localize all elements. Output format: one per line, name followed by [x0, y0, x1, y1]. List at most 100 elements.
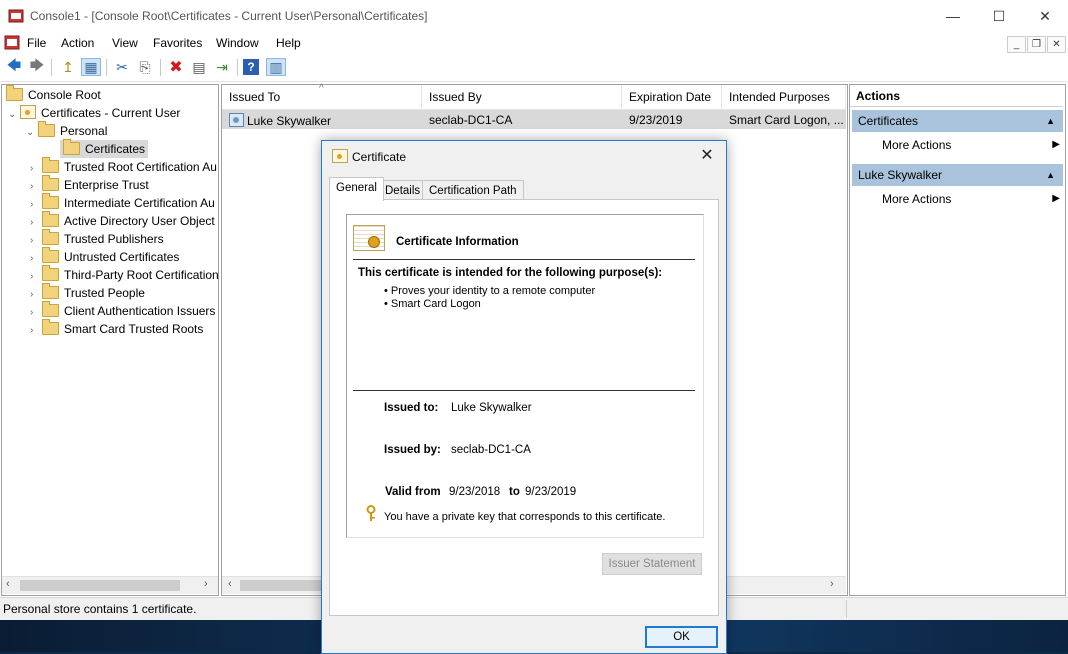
back-arrow-icon[interactable]: 🡄: [4, 57, 24, 76]
more-actions-luke-skywalker[interactable]: More Actions ▶: [882, 189, 1060, 209]
tree-item-trusted-publishers[interactable]: › Trusted Publishers: [30, 229, 164, 248]
valid-to-value: 9/23/2019: [525, 486, 577, 498]
purpose-text: Smart Card Logon: [390, 298, 481, 310]
mdi-minimize-button[interactable]: _: [1007, 36, 1026, 53]
show-action-pane-icon[interactable]: ▥: [266, 58, 286, 76]
actions-section-luke-skywalker[interactable]: Luke Skywalker ▲: [852, 164, 1063, 186]
tree-item-intermediate[interactable]: › Intermediate Certification Au: [30, 193, 215, 212]
menu-file[interactable]: File: [27, 36, 46, 50]
minimize-button[interactable]: —: [930, 0, 976, 32]
tree-item-certificates-selected[interactable]: Certificates: [60, 139, 149, 158]
tab-page-general: Certificate Information This certificate…: [329, 199, 719, 616]
scroll-right-icon[interactable]: ›: [204, 578, 208, 590]
tree-item-label: Untrusted Certificates: [64, 250, 180, 264]
up-one-level-icon[interactable]: ↥: [58, 58, 78, 76]
tree-item-smart-card-roots[interactable]: › Smart Card Trusted Roots: [30, 319, 204, 340]
tree-item-third-party-root[interactable]: › Third-Party Root Certification: [30, 265, 218, 284]
scroll-right-icon[interactable]: ›: [830, 578, 834, 590]
cell-issued-to[interactable]: Luke Skywalker: [229, 113, 331, 128]
tree-item-untrusted[interactable]: › Untrusted Certificates: [30, 247, 180, 266]
folder-icon: [42, 211, 59, 227]
folder-open-icon: [38, 121, 55, 137]
close-button[interactable]: ✕: [1022, 0, 1068, 32]
toolbar-separator: [237, 59, 238, 76]
action-label: More Actions: [882, 192, 952, 206]
tree-item-enterprise-trust[interactable]: › Enterprise Trust: [30, 175, 149, 194]
cell-expiration: 9/23/2019: [629, 113, 683, 127]
valid-from-value: 9/23/2018: [449, 486, 501, 498]
tree-item-label: Certificates: [85, 142, 146, 156]
chevron-down-icon[interactable]: ⌄: [8, 106, 20, 124]
column-header-issued-by[interactable]: Issued By: [422, 85, 622, 110]
actions-pane: Actions Certificates ▲ More Actions ▶ Lu…: [849, 84, 1066, 596]
menu-view[interactable]: View: [112, 36, 138, 50]
tree-item-certificates-current-user[interactable]: ⌄ Certificates - Current User: [8, 104, 180, 122]
column-header-expiration[interactable]: Expiration Date: [622, 85, 722, 110]
issuer-statement-button[interactable]: Issuer Statement: [602, 553, 702, 575]
tree-item-active-directory[interactable]: › Active Directory User Object: [30, 211, 215, 230]
folder-icon: [42, 265, 59, 281]
tree-horizontal-scrollbar[interactable]: ‹ ›: [2, 576, 218, 594]
mdi-close-button[interactable]: ✕: [1047, 36, 1066, 53]
scroll-left-icon[interactable]: ‹: [6, 578, 10, 590]
properties-icon[interactable]: ▤: [189, 58, 209, 76]
status-text: Personal store contains 1 certificate.: [3, 600, 322, 618]
folder-icon: [42, 283, 59, 299]
cut-icon[interactable]: ✂: [112, 58, 132, 76]
scroll-left-icon[interactable]: ‹: [228, 578, 232, 590]
tree-item-client-auth-issuers[interactable]: › Client Authentication Issuers: [30, 301, 215, 320]
dialog-close-button[interactable]: ✕: [696, 145, 718, 167]
mmc-menu-icon[interactable]: [4, 35, 20, 50]
tree-item-label: Trusted Publishers: [64, 232, 164, 246]
chevron-right-icon[interactable]: ›: [30, 322, 42, 340]
folder-icon: [42, 193, 59, 209]
help-icon[interactable]: ?: [243, 59, 259, 75]
certificate-icon: [229, 113, 244, 127]
column-header-purposes[interactable]: Intended Purposes: [722, 85, 846, 110]
toolbar: 🡄 🡆 ↥ ▦ ✂ ⎘ ✖ ▤ ⇥ ? ▥: [0, 54, 1068, 82]
tree-item-trusted-root[interactable]: › Trusted Root Certification Au: [30, 157, 217, 176]
menu-help[interactable]: Help: [276, 36, 301, 50]
tree-item-label: Smart Card Trusted Roots: [64, 322, 204, 336]
tree-item-trusted-people[interactable]: › Trusted People: [30, 283, 145, 302]
menu-action[interactable]: Action: [61, 36, 94, 50]
folder-icon: [42, 301, 59, 317]
tab-details[interactable]: Details: [378, 180, 428, 201]
tree-item-label: Active Directory User Object: [64, 214, 215, 228]
maximize-button[interactable]: ☐: [976, 0, 1022, 32]
issued-by-value: seclab-DC1-CA: [451, 444, 531, 456]
chevron-down-icon[interactable]: ⌄: [26, 124, 38, 142]
folder-icon: [63, 139, 80, 155]
folder-icon: [42, 175, 59, 191]
collapse-up-icon[interactable]: ▲: [1046, 164, 1055, 186]
folder-icon: [42, 229, 59, 245]
mdi-restore-button[interactable]: ❐: [1027, 36, 1046, 53]
actions-section-certificates[interactable]: Certificates ▲: [852, 110, 1063, 132]
tree-item-label: Intermediate Certification Au: [64, 196, 215, 210]
purpose-item: • Proves your identity to a remote compu…: [384, 285, 596, 297]
toolbar-separator: [160, 59, 161, 76]
forward-arrow-icon[interactable]: 🡆: [27, 57, 47, 76]
show-hide-tree-icon[interactable]: ▦: [81, 58, 101, 76]
tree-item-personal[interactable]: ⌄ Personal: [26, 121, 108, 142]
menu-favorites[interactable]: Favorites: [153, 36, 202, 50]
export-list-icon[interactable]: ⇥: [212, 58, 232, 76]
tab-general[interactable]: General: [329, 177, 384, 201]
tab-certification-path[interactable]: Certification Path: [422, 180, 524, 201]
column-header-issued-to[interactable]: Issued To ^: [222, 83, 422, 110]
tree-item-label: Enterprise Trust: [64, 178, 149, 192]
copy-icon[interactable]: ⎘: [135, 58, 155, 76]
scrollbar-thumb[interactable]: [20, 580, 180, 591]
tree-item-label: Personal: [60, 124, 108, 138]
more-actions-certificates[interactable]: More Actions ▶: [882, 135, 1060, 155]
certificate-store-icon: [20, 105, 36, 119]
tree-item-console-root[interactable]: Console Root: [6, 85, 101, 104]
submenu-arrow-icon: ▶: [1052, 139, 1060, 150]
ok-button[interactable]: OK: [645, 626, 718, 648]
menu-window[interactable]: Window: [216, 36, 259, 50]
purpose-intro: This certificate is intended for the fol…: [358, 267, 663, 279]
delete-icon[interactable]: ✖: [166, 58, 186, 76]
certificate-info-heading: Certificate Information: [396, 236, 519, 248]
collapse-up-icon[interactable]: ▲: [1046, 110, 1055, 132]
dialog-title: Certificate: [352, 150, 407, 164]
